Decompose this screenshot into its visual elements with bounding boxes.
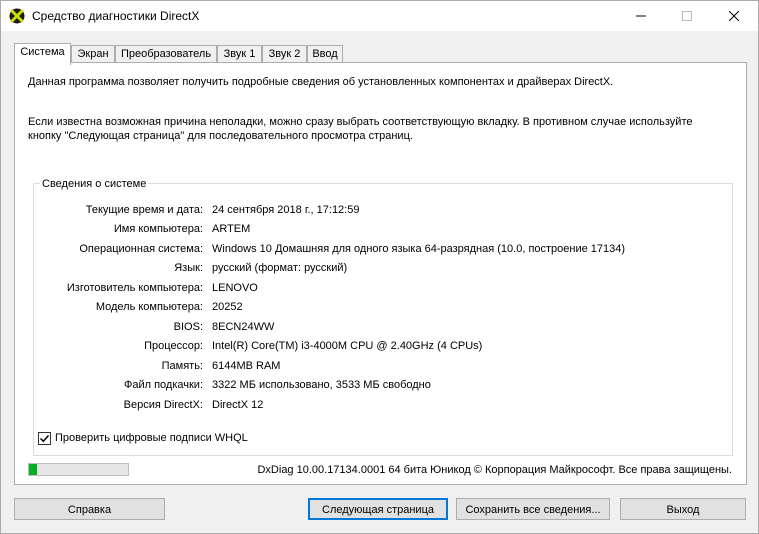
minimize-icon: [636, 15, 646, 17]
group-title: Сведения о системе: [40, 178, 149, 190]
info-row-model: Модель компьютера: 20252: [34, 301, 734, 315]
info-label: Язык:: [174, 262, 203, 274]
info-label: Изготовитель компьютера:: [66, 282, 203, 294]
info-value: ARTEM: [212, 223, 251, 235]
info-value: 6144MB RAM: [212, 360, 281, 372]
intro-text-1: Данная программа позволяет получить подр…: [28, 76, 614, 88]
info-row-os: Операционная система: Windows 10 Домашня…: [34, 243, 734, 257]
system-info-group: Сведения о системе Текущие время и дата:…: [33, 178, 734, 456]
info-row-manufacturer: Изготовитель компьютера: LENOVO: [34, 282, 734, 296]
info-value: Windows 10 Домашняя для одного языка 64-…: [212, 243, 626, 255]
info-row-bios: BIOS: 8ECN24WW: [34, 321, 734, 335]
save-all-button[interactable]: Сохранить все сведения...: [456, 498, 610, 520]
info-label: Файл подкачки:: [123, 379, 203, 391]
exit-button[interactable]: Выход: [620, 498, 746, 520]
progress-fill: [29, 464, 37, 475]
info-label: Модель компьютера:: [95, 301, 203, 313]
info-row-memory: Память: 6144MB RAM: [34, 360, 734, 374]
window-title: Средство диагностики DirectX: [32, 9, 200, 23]
minimize-button[interactable]: [618, 1, 664, 31]
info-row-processor: Процессор: Intel(R) Core(TM) i3-4000M CP…: [34, 340, 734, 354]
progress-bar: [28, 463, 129, 476]
checkbox-box[interactable]: [38, 431, 51, 445]
copyright-text: DxDiag 10.00.17134.0001 64 бита Юникод ©…: [257, 464, 732, 476]
info-value: LENOVO: [212, 282, 258, 294]
info-row-directx-version: Версия DirectX: DirectX 12: [34, 399, 734, 413]
directx-icon: [9, 8, 25, 24]
info-label: BIOS:: [173, 321, 203, 333]
info-row-language: Язык: русский (формат: русский): [34, 262, 734, 276]
info-label: Имя компьютера:: [113, 223, 203, 235]
info-value: 3322 МБ использовано, 3533 МБ свободно: [212, 379, 431, 391]
next-page-button[interactable]: Следующая страница: [308, 498, 448, 520]
intro-text-2: Если известна возможная причина неполадк…: [28, 116, 693, 142]
info-value: 24 сентября 2018 г., 17:12:59: [212, 204, 360, 216]
tab-system[interactable]: Система: [14, 43, 71, 65]
title-bar[interactable]: Средство диагностики DirectX: [1, 1, 758, 31]
info-row-page-file: Файл подкачки: 3322 МБ использовано, 353…: [34, 379, 734, 393]
maximize-button[interactable]: [664, 1, 710, 31]
info-row-datetime: Текущие время и дата: 24 сентября 2018 г…: [34, 204, 734, 218]
info-value: 20252: [212, 301, 243, 313]
info-label: Процессор:: [144, 340, 203, 352]
close-button[interactable]: [711, 1, 757, 31]
checkmark-icon: [39, 434, 50, 442]
info-label: Текущие время и дата:: [85, 204, 203, 216]
info-label: Операционная система:: [79, 243, 203, 255]
info-label: Память:: [161, 360, 203, 372]
dxdiag-window: Средство диагностики DirectX Система Экр…: [0, 0, 759, 534]
help-button[interactable]: Справка: [14, 498, 165, 520]
info-label: Версия DirectX:: [123, 399, 203, 411]
info-row-computer-name: Имя компьютера: ARTEM: [34, 223, 734, 237]
info-value: русский (формат: русский): [212, 262, 348, 274]
whql-checkbox-label: Проверить цифровые подписи WHQL: [55, 432, 248, 444]
info-value: DirectX 12: [212, 399, 264, 411]
close-icon: [729, 11, 739, 21]
info-value: 8ECN24WW: [212, 321, 275, 333]
system-tab-panel: Данная программа позволяет получить подр…: [14, 62, 747, 485]
info-value: Intel(R) Core(TM) i3-4000M CPU @ 2.40GHz…: [212, 340, 483, 352]
whql-checkbox[interactable]: Проверить цифровые подписи WHQL: [38, 431, 248, 445]
maximize-icon: [682, 11, 692, 21]
